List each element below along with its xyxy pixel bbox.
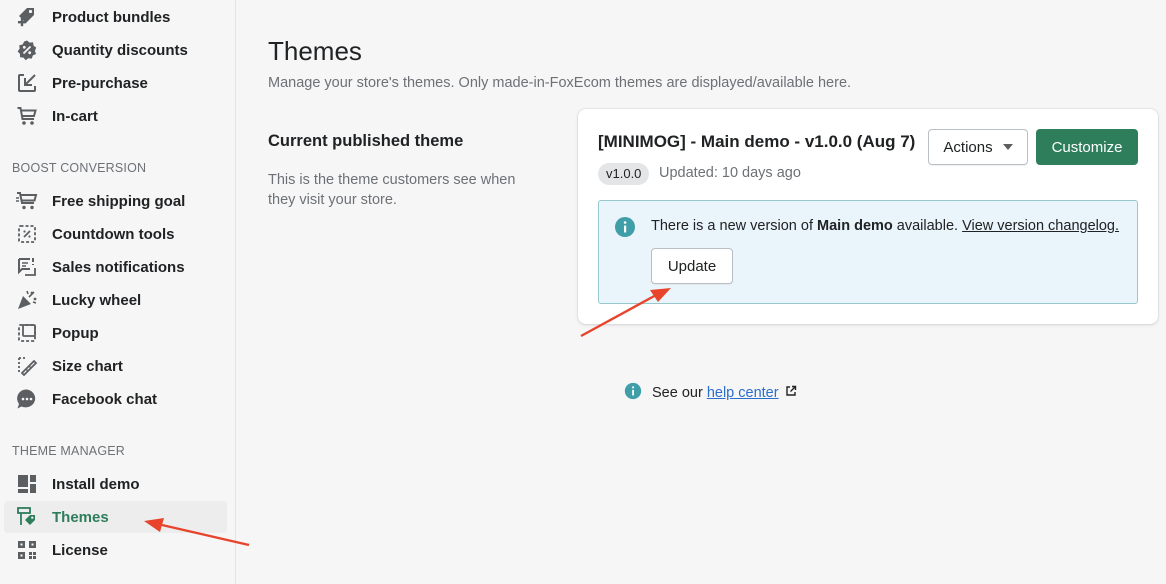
- page-title: Themes: [268, 36, 362, 66]
- sidebar-item-facebook-chat[interactable]: Facebook chat: [4, 383, 227, 415]
- countdown-icon: [16, 223, 38, 245]
- updated-text: Updated: 10 days ago: [659, 165, 801, 181]
- layout-icon: [16, 473, 38, 495]
- sidebar-item-label: Product bundles: [52, 8, 171, 26]
- sidebar-item-lucky-wheel[interactable]: Lucky wheel: [4, 284, 227, 316]
- theme-name: [MINIMOG] - Main demo - v1.0.0 (Aug 7): [598, 132, 916, 151]
- sidebar-item-label: Size chart: [52, 357, 123, 375]
- sidebar-item-in-cart[interactable]: In-cart: [4, 100, 227, 132]
- sidebar-item-license[interactable]: License: [4, 534, 227, 566]
- view-changelog-link[interactable]: View version changelog.: [962, 218, 1119, 234]
- section-title: Current published theme: [268, 132, 464, 150]
- banner-text-after: available.: [892, 218, 963, 234]
- update-banner: There is a new version of Main demo avai…: [598, 200, 1138, 304]
- sidebar-item-label: In-cart: [52, 107, 98, 125]
- import-icon: [16, 72, 38, 94]
- ruler-icon: [16, 355, 38, 377]
- sidebar-item-countdown-tools[interactable]: Countdown tools: [4, 218, 227, 250]
- theme-tag-icon: [16, 506, 38, 528]
- sidebar-item-label: Popup: [52, 324, 99, 342]
- customize-button[interactable]: Customize: [1036, 129, 1138, 165]
- sidebar-item-label: Facebook chat: [52, 390, 158, 408]
- sidebar-item-size-chart[interactable]: Size chart: [4, 350, 227, 382]
- section-heading-boost-conversion: BOOST CONVERSION: [12, 161, 147, 175]
- sidebar-item-pre-purchase[interactable]: Pre-purchase: [4, 67, 227, 99]
- sidebar-item-install-demo[interactable]: Install demo: [4, 468, 227, 500]
- sidebar-item-quantity-discounts[interactable]: Quantity discounts: [4, 34, 227, 66]
- banner-message: There is a new version of Main demo avai…: [651, 218, 1119, 234]
- section-description: This is the theme customers see when the…: [268, 172, 516, 208]
- sidebar-item-label: Free shipping goal: [52, 192, 186, 210]
- actions-button[interactable]: Actions: [928, 129, 1028, 165]
- sidebar: Product bundles Quantity discounts Pre-p…: [0, 0, 236, 584]
- sidebar-item-label: Sales notifications: [52, 258, 185, 276]
- help-footer: See our help center: [624, 382, 797, 404]
- discount-badge-icon: [16, 39, 38, 61]
- external-link-icon[interactable]: [785, 385, 797, 401]
- section-heading-theme-manager: THEME MANAGER: [12, 444, 126, 458]
- help-prefix: See our: [652, 385, 703, 401]
- confetti-icon: [16, 289, 38, 311]
- notification-icon: [16, 256, 38, 278]
- tag-plus-icon: [16, 6, 38, 28]
- sidebar-item-popup[interactable]: Popup: [4, 317, 227, 349]
- banner-theme-name: Main demo: [817, 218, 893, 234]
- sidebar-item-label: Quantity discounts: [52, 41, 188, 59]
- sidebar-item-free-shipping-goal[interactable]: Free shipping goal: [4, 185, 227, 217]
- qr-grid-icon: [16, 539, 38, 561]
- sidebar-item-sales-notifications[interactable]: Sales notifications: [4, 251, 227, 283]
- info-icon: [614, 216, 636, 243]
- help-center-link[interactable]: help center: [707, 385, 779, 401]
- theme-card: [MINIMOG] - Main demo - v1.0.0 (Aug 7) v…: [578, 109, 1158, 324]
- banner-text-before: There is a new version of: [651, 218, 818, 234]
- popup-icon: [16, 322, 38, 344]
- sidebar-item-themes[interactable]: Themes: [4, 501, 227, 533]
- page-subtitle: Manage your store's themes. Only made-in…: [268, 75, 852, 91]
- caret-down-icon: [1002, 144, 1013, 150]
- sidebar-item-product-bundles[interactable]: Product bundles: [4, 1, 227, 33]
- version-badge: v1.0.0: [598, 163, 650, 185]
- chat-icon: [16, 388, 38, 410]
- sidebar-item-label: License: [52, 541, 108, 559]
- actions-button-label: Actions: [943, 138, 993, 156]
- shipping-cart-icon: [16, 190, 38, 212]
- info-icon: [624, 382, 642, 404]
- update-button[interactable]: Update: [651, 248, 733, 284]
- sidebar-item-label: Pre-purchase: [52, 74, 148, 92]
- sidebar-item-label: Lucky wheel: [52, 291, 142, 309]
- sidebar-item-label: Install demo: [52, 475, 140, 493]
- sidebar-item-label: Countdown tools: [52, 225, 175, 243]
- cart-icon: [16, 105, 38, 127]
- sidebar-item-label: Themes: [52, 508, 109, 526]
